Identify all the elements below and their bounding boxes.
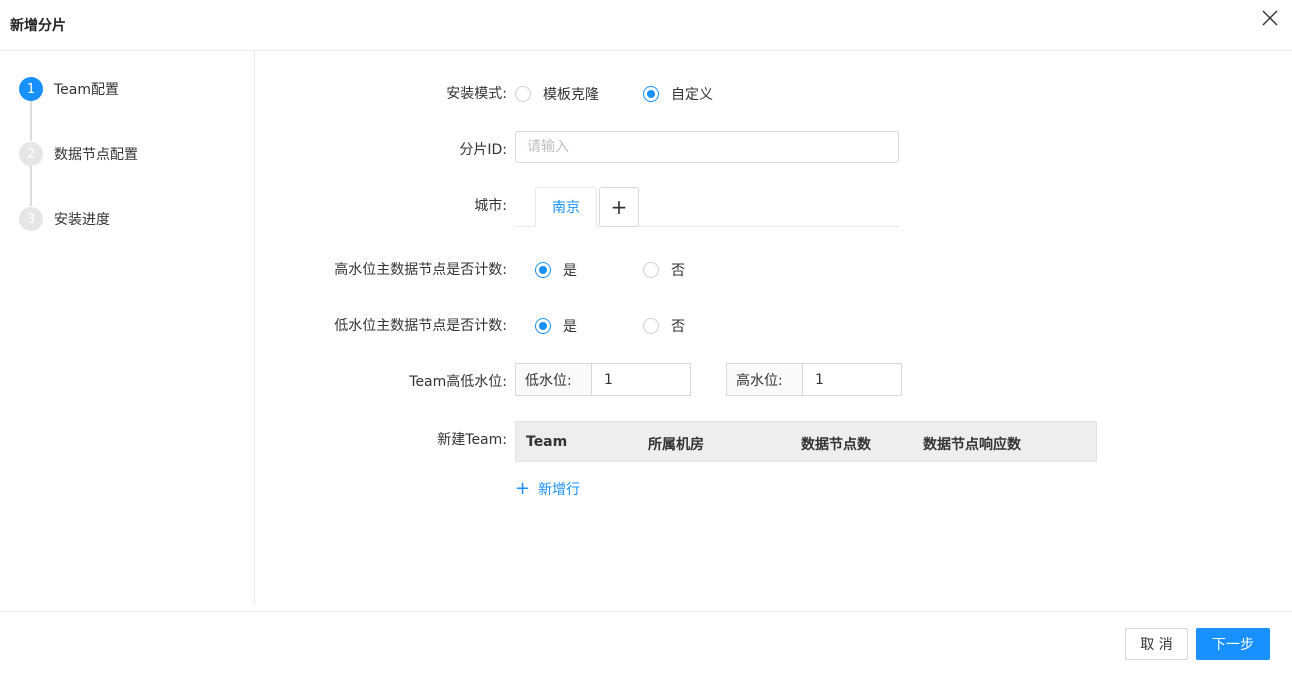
low-water-yes-radio[interactable]: 是 bbox=[535, 316, 577, 336]
steps-sidebar: 1 Team配置 2 数据节点配置 3 安装进度 bbox=[0, 51, 255, 604]
new-team-label: 新建Team: bbox=[437, 432, 507, 448]
close-icon[interactable] bbox=[1260, 8, 1280, 28]
radio-label: 模板克隆 bbox=[543, 87, 599, 103]
low-water-count-label: 低水位主数据节点是否计数: bbox=[334, 318, 507, 334]
step-label: 安装进度 bbox=[54, 212, 110, 228]
low-water-input[interactable] bbox=[592, 364, 690, 395]
column-header: 所属机房 bbox=[648, 437, 704, 453]
step-label: 数据节点配置 bbox=[54, 147, 138, 163]
radio-circle bbox=[643, 318, 659, 334]
plus-icon: + bbox=[515, 478, 531, 499]
step-install-progress: 3 安装进度 bbox=[19, 207, 110, 231]
radio-circle bbox=[643, 86, 659, 102]
radio-circle bbox=[535, 262, 551, 278]
low-water-addon: 低水位: bbox=[516, 364, 592, 395]
install-mode-label: 安装模式: bbox=[446, 86, 507, 102]
low-water-input-group: 低水位: bbox=[515, 363, 691, 396]
high-water-input[interactable] bbox=[803, 364, 901, 395]
step-connector bbox=[30, 165, 32, 206]
next-step-button[interactable]: 下一步 bbox=[1196, 628, 1270, 660]
dialog-footer: 取 消 下一步 bbox=[0, 611, 1292, 673]
low-water-no-radio[interactable]: 否 bbox=[643, 316, 685, 336]
dialog-header: 新增分片 bbox=[0, 0, 1292, 51]
add-city-button[interactable]: + bbox=[599, 187, 639, 227]
radio-circle bbox=[643, 262, 659, 278]
shard-id-label: 分片ID: bbox=[459, 142, 507, 158]
install-mode-template-radio[interactable]: 模板克隆 bbox=[515, 84, 599, 104]
step-number: 1 bbox=[19, 77, 43, 101]
radio-label: 否 bbox=[671, 263, 685, 279]
high-water-yes-radio[interactable]: 是 bbox=[535, 260, 577, 280]
radio-circle bbox=[535, 318, 551, 334]
radio-label: 是 bbox=[563, 263, 577, 279]
step-number: 2 bbox=[19, 142, 43, 166]
high-water-addon: 高水位: bbox=[727, 364, 803, 395]
cancel-button[interactable]: 取 消 bbox=[1125, 628, 1188, 660]
step-connector bbox=[30, 100, 32, 141]
city-tab-nanjing[interactable]: 南京 bbox=[535, 187, 597, 227]
column-header: 数据节点响应数 bbox=[923, 437, 1021, 453]
radio-circle bbox=[515, 86, 531, 102]
column-header: 数据节点数 bbox=[801, 437, 871, 453]
add-row-label: 新增行 bbox=[538, 482, 581, 498]
step-number: 3 bbox=[19, 207, 43, 231]
team-water-label: Team高低水位: bbox=[409, 374, 507, 390]
add-row-button[interactable]: + 新增行 bbox=[515, 479, 580, 499]
radio-label: 是 bbox=[563, 319, 577, 335]
step-label: Team配置 bbox=[54, 82, 120, 98]
dialog-title: 新增分片 bbox=[10, 18, 66, 34]
team-table-header: Team 所属机房 数据节点数 数据节点响应数 bbox=[515, 421, 1097, 462]
step-team-config: 1 Team配置 bbox=[19, 77, 119, 101]
radio-label: 自定义 bbox=[671, 87, 713, 103]
city-label: 城市: bbox=[474, 198, 507, 214]
install-mode-custom-radio[interactable]: 自定义 bbox=[643, 84, 713, 104]
high-water-count-label: 高水位主数据节点是否计数: bbox=[334, 262, 507, 278]
high-water-input-group: 高水位: bbox=[726, 363, 902, 396]
shard-id-input[interactable] bbox=[515, 131, 899, 163]
radio-label: 否 bbox=[671, 319, 685, 335]
column-header: Team bbox=[526, 434, 568, 450]
high-water-no-radio[interactable]: 否 bbox=[643, 260, 685, 280]
step-data-node-config: 2 数据节点配置 bbox=[19, 142, 138, 166]
